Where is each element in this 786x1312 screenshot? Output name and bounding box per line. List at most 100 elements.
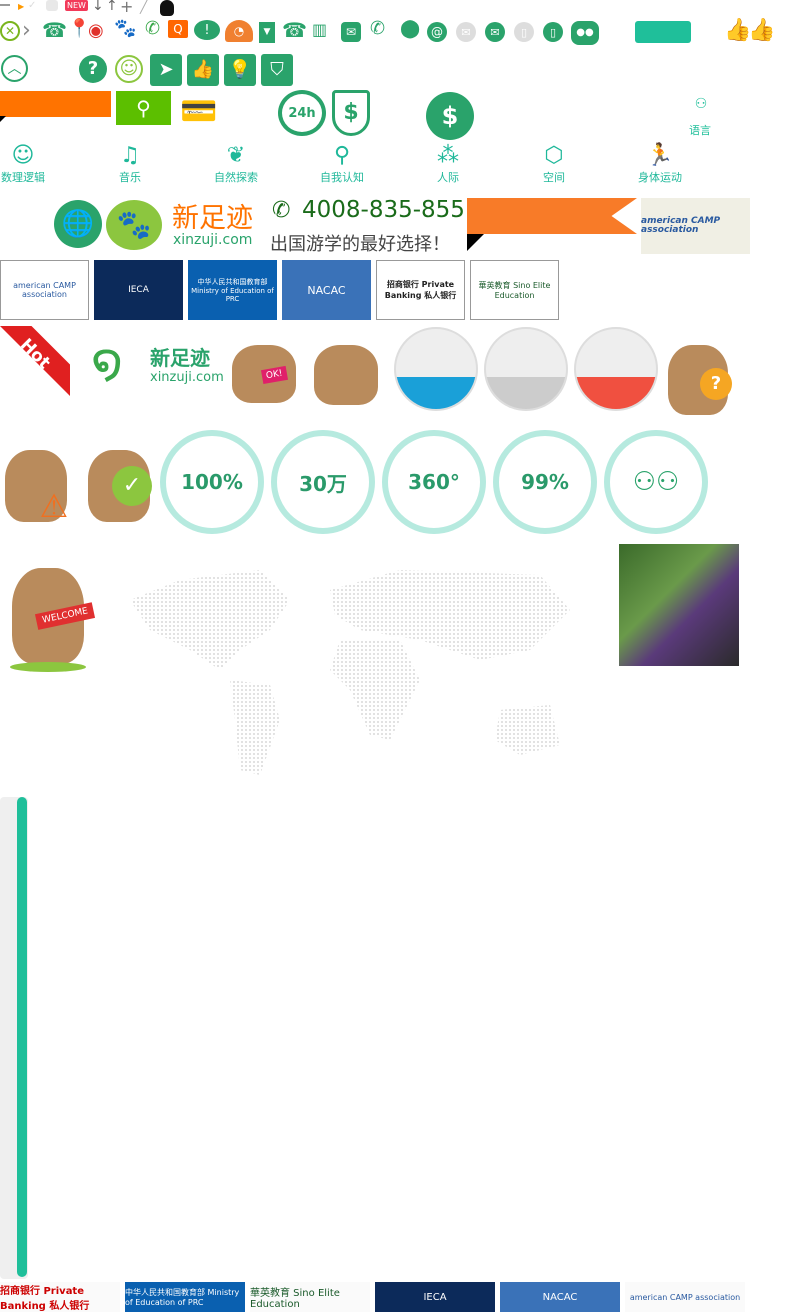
shield-icon[interactable]: ⛉ bbox=[261, 54, 293, 86]
paw-logo-icon: 🐾 bbox=[106, 200, 162, 250]
caret-right-icon: ▶ bbox=[18, 2, 25, 11]
moose-phone-mascot bbox=[314, 345, 378, 405]
arrow-up-icon: ↑ bbox=[106, 0, 118, 14]
stat-300k: 30万 bbox=[271, 430, 375, 534]
smile-icon: ☺ bbox=[115, 55, 143, 83]
check-icon: ✓ bbox=[28, 0, 37, 11]
runner-icon: 🏃 bbox=[646, 143, 674, 168]
new-badge: NEW bbox=[65, 0, 88, 11]
barcode-icon: ▥ bbox=[312, 20, 328, 39]
plus-icon: + bbox=[120, 0, 134, 16]
lightbulb-icon[interactable]: 💡 bbox=[224, 54, 256, 86]
github-cat-icon: ●● bbox=[571, 21, 599, 45]
question-badge-icon: ? bbox=[700, 368, 732, 400]
bottom-logo-cmb[interactable]: 招商银行 Private Banking 私人银行 bbox=[0, 1282, 120, 1312]
category-logic[interactable]: ☺ 数理逻辑 bbox=[0, 143, 63, 185]
stat-100-percent: 100% bbox=[160, 430, 264, 534]
brand-phone: 4008-835-855 bbox=[302, 197, 465, 223]
avatar-gray bbox=[484, 327, 568, 411]
phone-glyph-icon: ✆ bbox=[272, 198, 291, 223]
ribbon-fold bbox=[467, 234, 484, 251]
globe-plane-icon: 🌐 bbox=[54, 200, 102, 248]
help-icon[interactable]: ? bbox=[79, 55, 107, 83]
like-icon[interactable]: 👍 bbox=[187, 54, 219, 86]
weibo-icon: ◉ bbox=[88, 20, 104, 41]
partner-ieca[interactable]: IECA bbox=[94, 260, 183, 320]
24h-service-icon: 24h bbox=[278, 90, 326, 136]
warning-icon: ⚠ bbox=[39, 487, 69, 525]
speedometer-icon: ◔ bbox=[225, 20, 253, 42]
paw-icon: 🐾 bbox=[114, 18, 137, 39]
category-self[interactable]: ⚲ 自我认知 bbox=[302, 143, 382, 185]
partner-moe[interactable]: 中华人民共和国教育部 Ministry of Education of PRC bbox=[188, 260, 277, 320]
brand-domain: xinzuji.com bbox=[173, 232, 253, 248]
dollar-badge-icon: $ bbox=[426, 92, 474, 140]
dash-icon bbox=[0, 4, 10, 6]
partner-cmb-private-banking[interactable]: 招商银行 Private Banking 私人银行 bbox=[376, 260, 465, 320]
grass-shadow bbox=[10, 662, 86, 672]
stat-people-icon: ⚇⚇ bbox=[604, 430, 708, 534]
head-gear-icon: ☺ bbox=[11, 143, 35, 168]
language-label[interactable]: 语言 bbox=[689, 122, 711, 138]
category-nature[interactable]: ❦ 自然探索 bbox=[196, 143, 276, 185]
self-search-icon: ⚲ bbox=[333, 143, 351, 168]
brand-name: 新足迹 bbox=[172, 203, 253, 234]
partner-nacac[interactable]: NACAC bbox=[282, 260, 371, 320]
language-icon[interactable]: ⚇ bbox=[688, 94, 714, 114]
category-sport[interactable]: 🏃 身体运动 bbox=[620, 143, 700, 185]
check-badge-icon: ✓ bbox=[112, 466, 152, 506]
chevron-up-circle-icon[interactable]: ︿ bbox=[1, 55, 28, 82]
music-note-icon: ♫ bbox=[120, 143, 140, 168]
send-icon[interactable]: ➤ bbox=[150, 54, 182, 86]
category-social[interactable]: ⁂ 人际 bbox=[408, 143, 488, 185]
swirl-icon: @ bbox=[427, 22, 447, 42]
telephone-icon: ☎ bbox=[42, 18, 67, 42]
alert-bubble-icon: ! bbox=[194, 20, 220, 40]
qq-penguin-icon bbox=[160, 0, 174, 16]
partner-american-camp[interactable]: american CAMP association bbox=[0, 260, 89, 320]
arrow-down-icon: ↓ bbox=[92, 0, 104, 14]
shield-dollar-icon: $ bbox=[332, 90, 370, 136]
phone-icon-2: ✆ bbox=[370, 18, 386, 39]
qq-icon: Q bbox=[168, 20, 188, 38]
bottom-logo-american-camp[interactable]: american CAMP association bbox=[625, 1282, 745, 1312]
category-music[interactable]: ♫ 音乐 bbox=[90, 143, 170, 185]
bottom-logo-ieca[interactable]: IECA bbox=[375, 1282, 495, 1312]
avatar-blue bbox=[394, 327, 478, 411]
tooltip-bubble bbox=[635, 21, 691, 43]
stat-99-percent: 99% bbox=[493, 430, 597, 534]
search-icon: ⚲ bbox=[136, 96, 151, 120]
brand-name-2: 新足迹 bbox=[150, 346, 210, 370]
world-map-dotted bbox=[130, 570, 570, 775]
people-network-icon: ⁂ bbox=[437, 143, 459, 168]
ribbon-banner bbox=[467, 198, 637, 234]
fold-corner bbox=[0, 116, 6, 122]
tablet-gray-icon: ▯ bbox=[514, 22, 534, 42]
checkbox-icon[interactable] bbox=[46, 0, 58, 11]
brand-slogan: 出国游学的最好选择！ bbox=[270, 234, 450, 255]
close-circle-icon[interactable]: ✕ bbox=[0, 21, 20, 41]
leaf-icon: ❦ bbox=[226, 143, 246, 168]
swirl-logo-icon: ໑ bbox=[90, 332, 124, 390]
orange-bar bbox=[0, 91, 111, 117]
thumbs-up-gray-icon[interactable]: 👍 bbox=[748, 20, 775, 42]
bottom-logo-nacac[interactable]: NACAC bbox=[500, 1282, 620, 1312]
tablet-icon: ▯ bbox=[543, 22, 563, 42]
scrollbar-thumb[interactable] bbox=[17, 797, 27, 1277]
partner-sino-elite[interactable]: 華英教育 Sino Elite Education bbox=[470, 260, 559, 320]
cube-icon: ⬡ bbox=[544, 143, 564, 168]
bottom-logo-moe[interactable]: 中华人民共和国教育部 Ministry of Education of PRC bbox=[125, 1282, 245, 1312]
phone-icon: ✆ bbox=[145, 18, 161, 39]
card-coins-icon: 💳 bbox=[180, 94, 218, 129]
mail-circle-gray-icon: ✉ bbox=[456, 22, 476, 42]
dropdown-icon[interactable]: ▼ bbox=[259, 22, 275, 43]
category-space[interactable]: ⬡ 空间 bbox=[514, 143, 594, 185]
slash-icon: ╱ bbox=[140, 0, 148, 14]
chevron-right-icon[interactable]: › bbox=[22, 20, 31, 42]
brand-domain-2: xinzuji.com bbox=[150, 370, 224, 385]
american-camp-logo: american CAMP association bbox=[641, 198, 750, 254]
map-pin-icon: ⬤ bbox=[400, 18, 421, 39]
avatar-red bbox=[574, 327, 658, 411]
search-button[interactable]: ⚲ bbox=[116, 91, 171, 125]
bottom-logo-sino-elite[interactable]: 華英教育 Sino Elite Education bbox=[250, 1282, 370, 1312]
